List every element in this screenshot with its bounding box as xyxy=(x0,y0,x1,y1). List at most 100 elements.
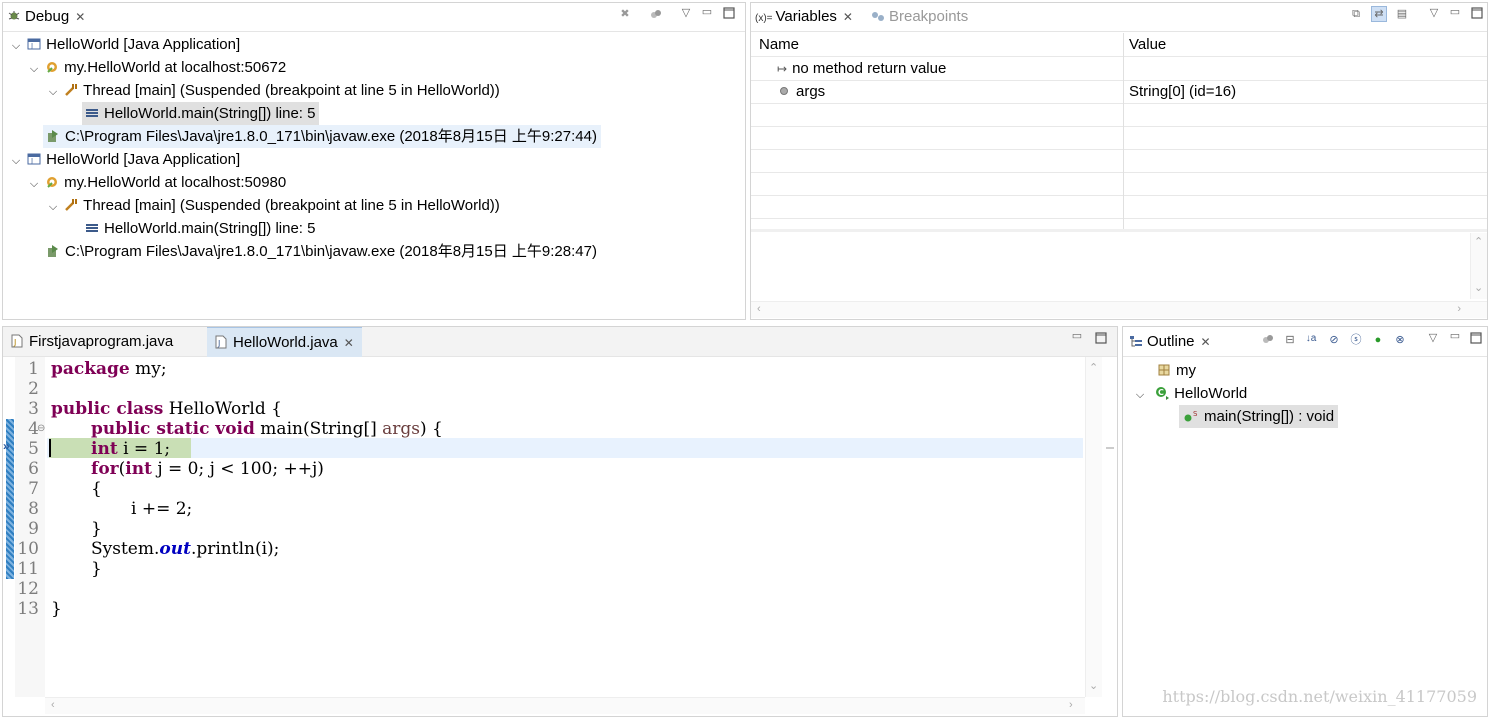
focus-icon[interactable] xyxy=(1261,333,1275,347)
code-line[interactable]: System.out.println(i); xyxy=(91,539,279,559)
scroll-up-icon[interactable]: ⌃ xyxy=(1089,361,1098,374)
code-text: HelloWorld { xyxy=(163,399,282,419)
hide-nonpublic-icon[interactable]: ● xyxy=(1371,333,1385,347)
editor-horizontal-scrollbar[interactable]: ‹ › xyxy=(45,697,1085,714)
detail-vertical-scrollbar[interactable]: ⌃ ⌄ xyxy=(1470,233,1487,299)
minimize-icon[interactable]: ▭ xyxy=(1448,5,1462,19)
scroll-left-icon[interactable]: ‹ xyxy=(757,303,761,315)
tab-breakpoints[interactable]: Breakpoints xyxy=(871,3,968,31)
sort-icon[interactable]: ↓a xyxy=(1304,332,1318,346)
maximize-icon[interactable] xyxy=(1469,332,1483,346)
show-logical-structure-icon[interactable]: ⇄ xyxy=(1371,6,1387,22)
tab-variables[interactable]: (x)= Variables ✕ xyxy=(755,3,853,31)
thread-suspended-icon xyxy=(64,81,78,96)
table-row xyxy=(751,172,1487,196)
remove-all-terminated-icon[interactable]: ✖ xyxy=(618,7,632,21)
code-line[interactable]: } xyxy=(51,599,62,619)
overview-marker[interactable] xyxy=(1106,447,1114,449)
code-line[interactable]: int i = 1; xyxy=(91,439,170,459)
editor-vertical-scrollbar[interactable]: ⌃ ⌄ xyxy=(1085,357,1102,697)
tab-outline[interactable]: Outline ✕ xyxy=(1129,327,1211,356)
tab-helloworld[interactable]: J HelloWorld.java ✕ xyxy=(207,327,362,357)
threads-icon[interactable] xyxy=(649,8,663,22)
code-line[interactable]: i += 2; xyxy=(131,499,192,519)
chevron-down-icon[interactable]: ⌵ xyxy=(1133,384,1147,407)
hide-fields-icon[interactable]: ⊘ xyxy=(1327,333,1341,347)
sash[interactable] xyxy=(751,229,1487,232)
column-divider[interactable] xyxy=(1123,33,1124,229)
chevron-down-icon[interactable]: ⌵ xyxy=(46,196,60,219)
close-icon[interactable]: ✕ xyxy=(344,336,354,350)
debug-tree-thread[interactable]: ⌵ Thread [main] (Suspended (breakpoint a… xyxy=(46,79,500,102)
minimize-icon[interactable]: ▭ xyxy=(1070,329,1084,343)
debug-tree-frame[interactable]: HelloWorld.main(String[]) line: 5 xyxy=(82,217,315,240)
hide-local-types-icon[interactable]: ⊗ xyxy=(1393,333,1407,347)
debug-tree-thread[interactable]: ⌵ Thread [main] (Suspended (breakpoint a… xyxy=(46,194,500,217)
maximize-icon[interactable] xyxy=(1094,332,1108,346)
debug-view: Debug ✕ ✖ ▽ ▭ ⌵ J HelloWorld [Java Applica… xyxy=(2,2,746,320)
close-icon[interactable]: ✕ xyxy=(843,10,853,24)
outline-item-package[interactable]: my xyxy=(1157,359,1196,382)
view-menu-icon[interactable]: ▽ xyxy=(1426,331,1440,345)
close-icon[interactable]: ✕ xyxy=(1201,335,1211,349)
scroll-down-icon[interactable]: ⌄ xyxy=(1089,679,1098,692)
chevron-down-icon[interactable]: ⌵ xyxy=(27,58,41,81)
debug-tree-launch[interactable]: ⌵ J HelloWorld [Java Application] xyxy=(9,148,240,171)
maximize-icon[interactable] xyxy=(722,7,736,21)
layout-icon[interactable]: ▤ xyxy=(1395,7,1409,21)
code-line[interactable]: for(int j = 0; j < 100; ++j) xyxy=(91,459,324,479)
chevron-down-icon[interactable]: ⌵ xyxy=(9,35,23,58)
debug-tree-process[interactable]: C:\Program Files\Java\jre1.8.0_171\bin\j… xyxy=(43,240,597,263)
close-icon[interactable]: ✕ xyxy=(75,10,85,24)
hide-static-icon[interactable]: ⓢ xyxy=(1349,333,1363,347)
view-menu-icon[interactable]: ▽ xyxy=(1427,6,1441,20)
scroll-right-icon[interactable]: › xyxy=(1457,303,1461,315)
detail-pane[interactable] xyxy=(751,233,1471,299)
scroll-up-icon[interactable]: ⌃ xyxy=(1474,235,1483,248)
tab-firstjavaprogram[interactable]: J Firstjavaprogram.java xyxy=(5,327,179,356)
collapse-all-icon[interactable]: ⧉ xyxy=(1349,7,1363,21)
minimize-icon[interactable]: ▭ xyxy=(700,5,714,19)
code-line[interactable]: } xyxy=(91,519,102,539)
chevron-down-icon[interactable]: ⌵ xyxy=(27,173,41,196)
debug-tree-label: HelloWorld.main(String[]) line: 5 xyxy=(104,220,316,237)
scroll-right-icon[interactable]: › xyxy=(1069,699,1073,711)
scroll-left-icon[interactable]: ‹ xyxy=(51,699,55,711)
debug-tree-target[interactable]: ⌵ my.HelloWorld at localhost:50672 xyxy=(27,56,286,79)
outline-item-method[interactable]: Smain(String[]) : void xyxy=(1179,405,1339,428)
scroll-down-icon[interactable]: ⌄ xyxy=(1474,281,1483,294)
debug-tree-frame[interactable]: HelloWorld.main(String[]) line: 5 xyxy=(82,102,320,125)
code-line[interactable]: public class HelloWorld { xyxy=(51,399,282,419)
code-line[interactable]: } xyxy=(91,559,102,579)
chevron-down-icon[interactable]: ⌵ xyxy=(9,150,23,173)
code-line[interactable]: package my; xyxy=(51,359,167,379)
outline-item-class[interactable]: ⌵ C HelloWorld xyxy=(1133,382,1247,405)
svg-text:J: J xyxy=(30,42,33,50)
maximize-icon[interactable] xyxy=(1470,7,1484,21)
view-menu-icon[interactable]: ▽ xyxy=(679,6,693,20)
detail-horizontal-scrollbar[interactable]: ‹ › xyxy=(751,301,1487,318)
tab-label: Firstjavaprogram.java xyxy=(29,333,174,350)
svg-text:S: S xyxy=(1193,410,1198,418)
column-header-name[interactable]: Name xyxy=(759,33,799,56)
tab-variables-label: Variables xyxy=(775,8,837,25)
code-text: System. xyxy=(91,539,160,559)
debug-tree-process[interactable]: C:\Program Files\Java\jre1.8.0_171\bin\j… xyxy=(43,125,601,148)
table-row[interactable]: args String[0] (id=16) xyxy=(751,80,1487,104)
minimize-icon[interactable]: ▭ xyxy=(1448,329,1462,343)
collapse-all-icon[interactable]: ⊟ xyxy=(1283,333,1297,347)
variables-tabbar: (x)= Variables ✕ Breakpoints ⧉ ⇄ ▤ ▽ ▭ xyxy=(751,3,1487,32)
code-line[interactable]: { xyxy=(91,479,102,499)
chevron-down-icon[interactable]: ⌵ xyxy=(46,81,60,104)
tab-debug[interactable]: Debug ✕ xyxy=(7,3,86,31)
overview-ruler-right[interactable] xyxy=(1103,357,1117,697)
table-row[interactable]: ↦ no method return value xyxy=(751,57,1487,81)
variables-table: Name Value ↦ no method return value args … xyxy=(751,33,1487,229)
fold-minus-icon[interactable]: ⊖ xyxy=(37,423,45,434)
package-icon xyxy=(1157,361,1171,376)
debug-tree-target[interactable]: ⌵ my.HelloWorld at localhost:50980 xyxy=(27,171,286,194)
code-line[interactable]: public static void main(String[] args) { xyxy=(91,419,443,439)
debug-tree-launch[interactable]: ⌵ J HelloWorld [Java Application] xyxy=(9,33,240,56)
parameter: args xyxy=(382,419,420,439)
column-header-value[interactable]: Value xyxy=(1129,33,1166,56)
